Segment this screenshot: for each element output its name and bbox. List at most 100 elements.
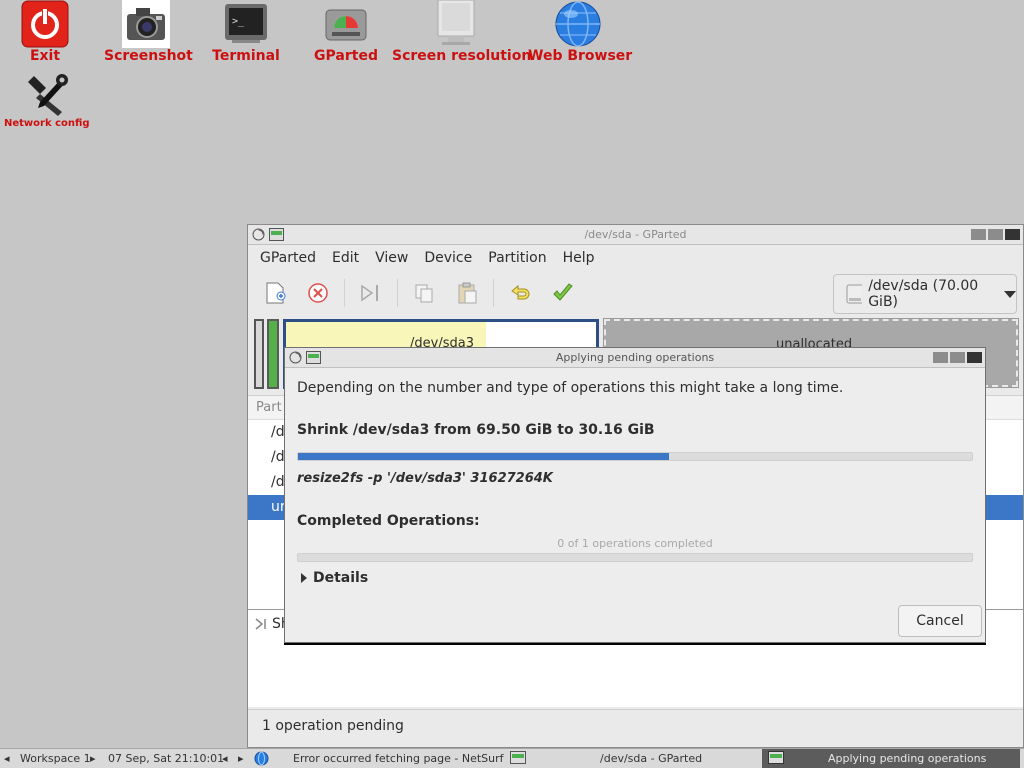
disk-icon xyxy=(846,284,863,304)
delete-icon xyxy=(308,283,328,303)
dialog-body: Depending on the number and type of oper… xyxy=(297,380,973,586)
gparted-small-icon xyxy=(306,351,321,371)
dialog-title: Applying pending operations xyxy=(555,351,715,364)
workspace-prev-arrow-icon[interactable]: ◂ xyxy=(4,752,10,765)
resize-icon xyxy=(255,618,266,630)
taskbar-item-active[interactable]: Applying pending operations xyxy=(762,749,1020,768)
partition-block-small[interactable] xyxy=(254,319,264,389)
completed-operations-label: Completed Operations: xyxy=(297,513,480,529)
desktop-label: Web Browser xyxy=(528,48,633,64)
task-next-arrow-icon[interactable]: ▸ xyxy=(238,752,244,765)
paste-button[interactable] xyxy=(450,276,484,310)
check-icon xyxy=(553,283,573,301)
window-title: /dev/sda - GParted xyxy=(584,228,687,241)
wrench-icon xyxy=(22,72,70,118)
column-header-partition[interactable]: Part xyxy=(256,400,282,415)
maximize-button[interactable] xyxy=(988,229,1003,240)
dialog-description: Depending on the number and type of oper… xyxy=(297,380,844,396)
paste-icon xyxy=(458,282,477,304)
menu-partition[interactable]: Partition xyxy=(480,250,554,266)
menu-gparted[interactable]: GParted xyxy=(252,250,324,266)
workspace-next-arrow-icon[interactable]: ▸ xyxy=(90,752,96,765)
resize-move-button[interactable] xyxy=(354,276,388,310)
operation-progress-bar xyxy=(297,452,973,461)
window-menu-icon[interactable] xyxy=(252,228,265,248)
resize-move-icon xyxy=(361,284,378,302)
gparted-small-icon xyxy=(768,751,784,767)
desktop-label: Screen resolution xyxy=(392,48,532,64)
row-label: /d xyxy=(271,449,285,465)
globe-icon xyxy=(554,0,602,48)
globe-icon xyxy=(254,751,269,768)
expander-arrow-icon xyxy=(301,573,307,583)
completed-progress-bar xyxy=(297,553,973,562)
terminal-icon: >_ xyxy=(222,0,270,48)
taskbar-item-netsurf[interactable]: Error occurred fetching page - NetSurf xyxy=(293,752,504,765)
new-document-icon xyxy=(266,282,286,304)
desktop-label: GParted xyxy=(314,48,378,64)
camera-icon xyxy=(122,0,170,48)
chevron-down-icon xyxy=(1004,290,1016,298)
cancel-button-label: Cancel xyxy=(916,613,964,629)
desktop-label: Exit xyxy=(29,48,61,64)
close-button[interactable] xyxy=(967,352,982,363)
workspace-label[interactable]: Workspace 1 xyxy=(20,752,91,765)
taskbar: ◂ Workspace 1 ▸ 07 Sep, Sat 21:10:01 ◂ ▸… xyxy=(0,748,1024,768)
desktop-icon-screenshot[interactable]: Screenshot xyxy=(104,0,193,64)
desktop-icon-terminal[interactable]: >_ Terminal xyxy=(206,0,286,64)
clock: 07 Sep, Sat 21:10:01 xyxy=(108,752,225,765)
gparted-small-icon xyxy=(269,228,284,248)
menu-view[interactable]: View xyxy=(367,250,416,266)
operation-command: resize2fs -p '/dev/sda3' 31627264K xyxy=(297,471,553,486)
desktop-icon-network-config[interactable]: Network config xyxy=(4,72,90,129)
desktop-icon-exit[interactable]: Exit xyxy=(16,0,74,64)
toolbar: /dev/sda (70.00 GiB) xyxy=(248,271,1023,315)
cancel-button[interactable]: Cancel xyxy=(898,605,982,637)
taskbar-item-apply-label: Applying pending operations xyxy=(828,752,987,765)
device-selector-label: /dev/sda (70.00 GiB) xyxy=(868,278,979,310)
undo-button[interactable] xyxy=(503,276,537,310)
desktop-icon-screen-resolution[interactable]: Screen resolution xyxy=(392,0,532,64)
row-label: /d xyxy=(271,474,285,490)
svg-text:>_: >_ xyxy=(232,16,245,27)
copy-icon xyxy=(415,284,433,303)
desktop-icon-gparted[interactable]: GParted xyxy=(306,0,386,64)
completed-count: 0 of 1 operations completed xyxy=(557,537,713,550)
minimize-button[interactable] xyxy=(933,352,948,363)
operation-title: Shrink /dev/sda3 from 69.50 GiB to 30.16… xyxy=(297,422,655,438)
desktop-label: Screenshot xyxy=(104,48,193,64)
desktop-label: Network config xyxy=(4,118,90,129)
row-label: /d xyxy=(271,424,285,440)
desktop-label: Terminal xyxy=(212,48,280,64)
copy-button[interactable] xyxy=(407,276,441,310)
operation-progress-fill xyxy=(298,453,669,460)
partition-block-small[interactable] xyxy=(267,319,279,389)
new-partition-button[interactable] xyxy=(258,276,292,310)
menu-device[interactable]: Device xyxy=(416,250,480,266)
window-menu-icon[interactable] xyxy=(289,351,302,371)
menu-help[interactable]: Help xyxy=(555,250,603,266)
details-expander[interactable]: Details xyxy=(297,570,973,586)
minimize-button[interactable] xyxy=(971,229,986,240)
menubar: GParted Edit View Device Partition Help xyxy=(248,245,1023,271)
statusbar: 1 operation pending xyxy=(248,709,1023,747)
taskbar-item-gparted[interactable]: /dev/sda - GParted xyxy=(600,752,702,765)
close-button[interactable] xyxy=(1005,229,1020,240)
delete-partition-button[interactable] xyxy=(301,276,335,310)
details-label: Details xyxy=(313,570,369,586)
task-prev-arrow-icon[interactable]: ◂ xyxy=(222,752,228,765)
maximize-button[interactable] xyxy=(950,352,965,363)
monitor-icon xyxy=(432,0,480,48)
apply-operations-dialog: Applying pending operations Depending on… xyxy=(284,347,986,643)
terminal-icon xyxy=(510,751,526,767)
power-icon xyxy=(21,0,69,48)
gparted-titlebar[interactable]: /dev/sda - GParted xyxy=(248,225,1023,245)
menu-edit[interactable]: Edit xyxy=(324,250,367,266)
status-text: 1 operation pending xyxy=(262,718,404,734)
gparted-icon xyxy=(322,0,370,48)
device-selector[interactable]: /dev/sda (70.00 GiB) xyxy=(833,274,1017,314)
undo-icon xyxy=(511,284,530,300)
dialog-titlebar[interactable]: Applying pending operations xyxy=(285,348,985,368)
apply-button[interactable] xyxy=(546,276,580,310)
desktop-icon-web-browser[interactable]: Web Browser xyxy=(528,0,633,64)
